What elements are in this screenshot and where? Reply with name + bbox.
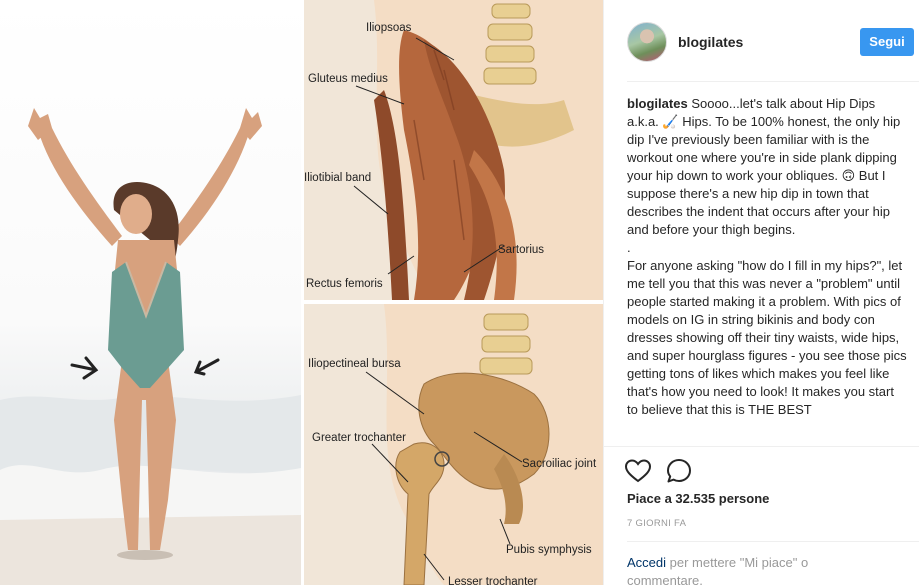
header-divider: [627, 81, 919, 82]
post-actions: Piace a 32.535 persone 7 GIORNI FA Acced…: [604, 446, 919, 585]
post-sidebar: blogilates Segui blogilates Soooo...let'…: [603, 0, 919, 585]
anatomy-bones-panel: Iliopectineal bursa Greater trochanter S…: [304, 304, 603, 585]
heart-icon[interactable]: [624, 457, 652, 485]
post-media[interactable]: Iliopsoas Gluteus medius Iliotibial band…: [0, 0, 603, 585]
anatomy-muscles-panel: Iliopsoas Gluteus medius Iliotibial band…: [304, 0, 603, 300]
label-iliopsoas: Iliopsoas: [366, 22, 412, 34]
login-divider: [627, 541, 919, 542]
pelvis-illustration: [304, 304, 603, 585]
post-header: blogilates Segui: [604, 0, 919, 82]
caption-text-1: Soooo...let's talk about Hip Dips a.k.a.…: [627, 96, 901, 237]
label-rectus-femoris: Rectus femoris: [306, 278, 383, 290]
comment-icon[interactable]: [665, 457, 693, 485]
label-gluteus-medius: Gluteus medius: [308, 73, 388, 85]
caption-paragraph-1: blogilates Soooo...let's talk about Hip …: [627, 95, 907, 239]
label-sartorius: Sartorius: [498, 244, 545, 256]
caption-scroll-area[interactable]: blogilates Soooo...let's talk about Hip …: [627, 95, 907, 447]
follow-button[interactable]: Segui: [860, 28, 914, 56]
label-iliopectineal-bursa: Iliopectineal bursa: [308, 358, 401, 370]
likes-count[interactable]: Piace a 32.535 persone: [627, 491, 769, 506]
username-link[interactable]: blogilates: [678, 34, 743, 50]
label-greater-trochanter: Greater trochanter: [312, 432, 406, 444]
beach-photo: [0, 0, 301, 585]
muscle-illustration: [304, 0, 603, 300]
caption: blogilates Soooo...let's talk about Hip …: [627, 95, 907, 419]
caption-separator: .: [627, 240, 631, 255]
login-link[interactable]: Accedi: [627, 555, 666, 570]
caption-paragraph-2: For anyone asking "how do I fill in my h…: [627, 258, 907, 417]
login-prompt: Accedi per mettere "Mi piace" o commenta…: [627, 554, 857, 585]
beach-photo-illustration: [0, 108, 301, 585]
label-sacroiliac-joint: Sacroiliac joint: [522, 458, 597, 470]
caption-username-link[interactable]: blogilates: [627, 96, 688, 111]
label-pubis-symphysis: Pubis symphysis: [506, 544, 592, 556]
label-iliotibial-band: Iliotibial band: [304, 172, 372, 184]
post-timestamp[interactable]: 7 GIORNI FA: [627, 518, 686, 529]
label-lesser-trochanter: Lesser trochanter: [448, 576, 538, 585]
avatar[interactable]: [627, 22, 667, 62]
